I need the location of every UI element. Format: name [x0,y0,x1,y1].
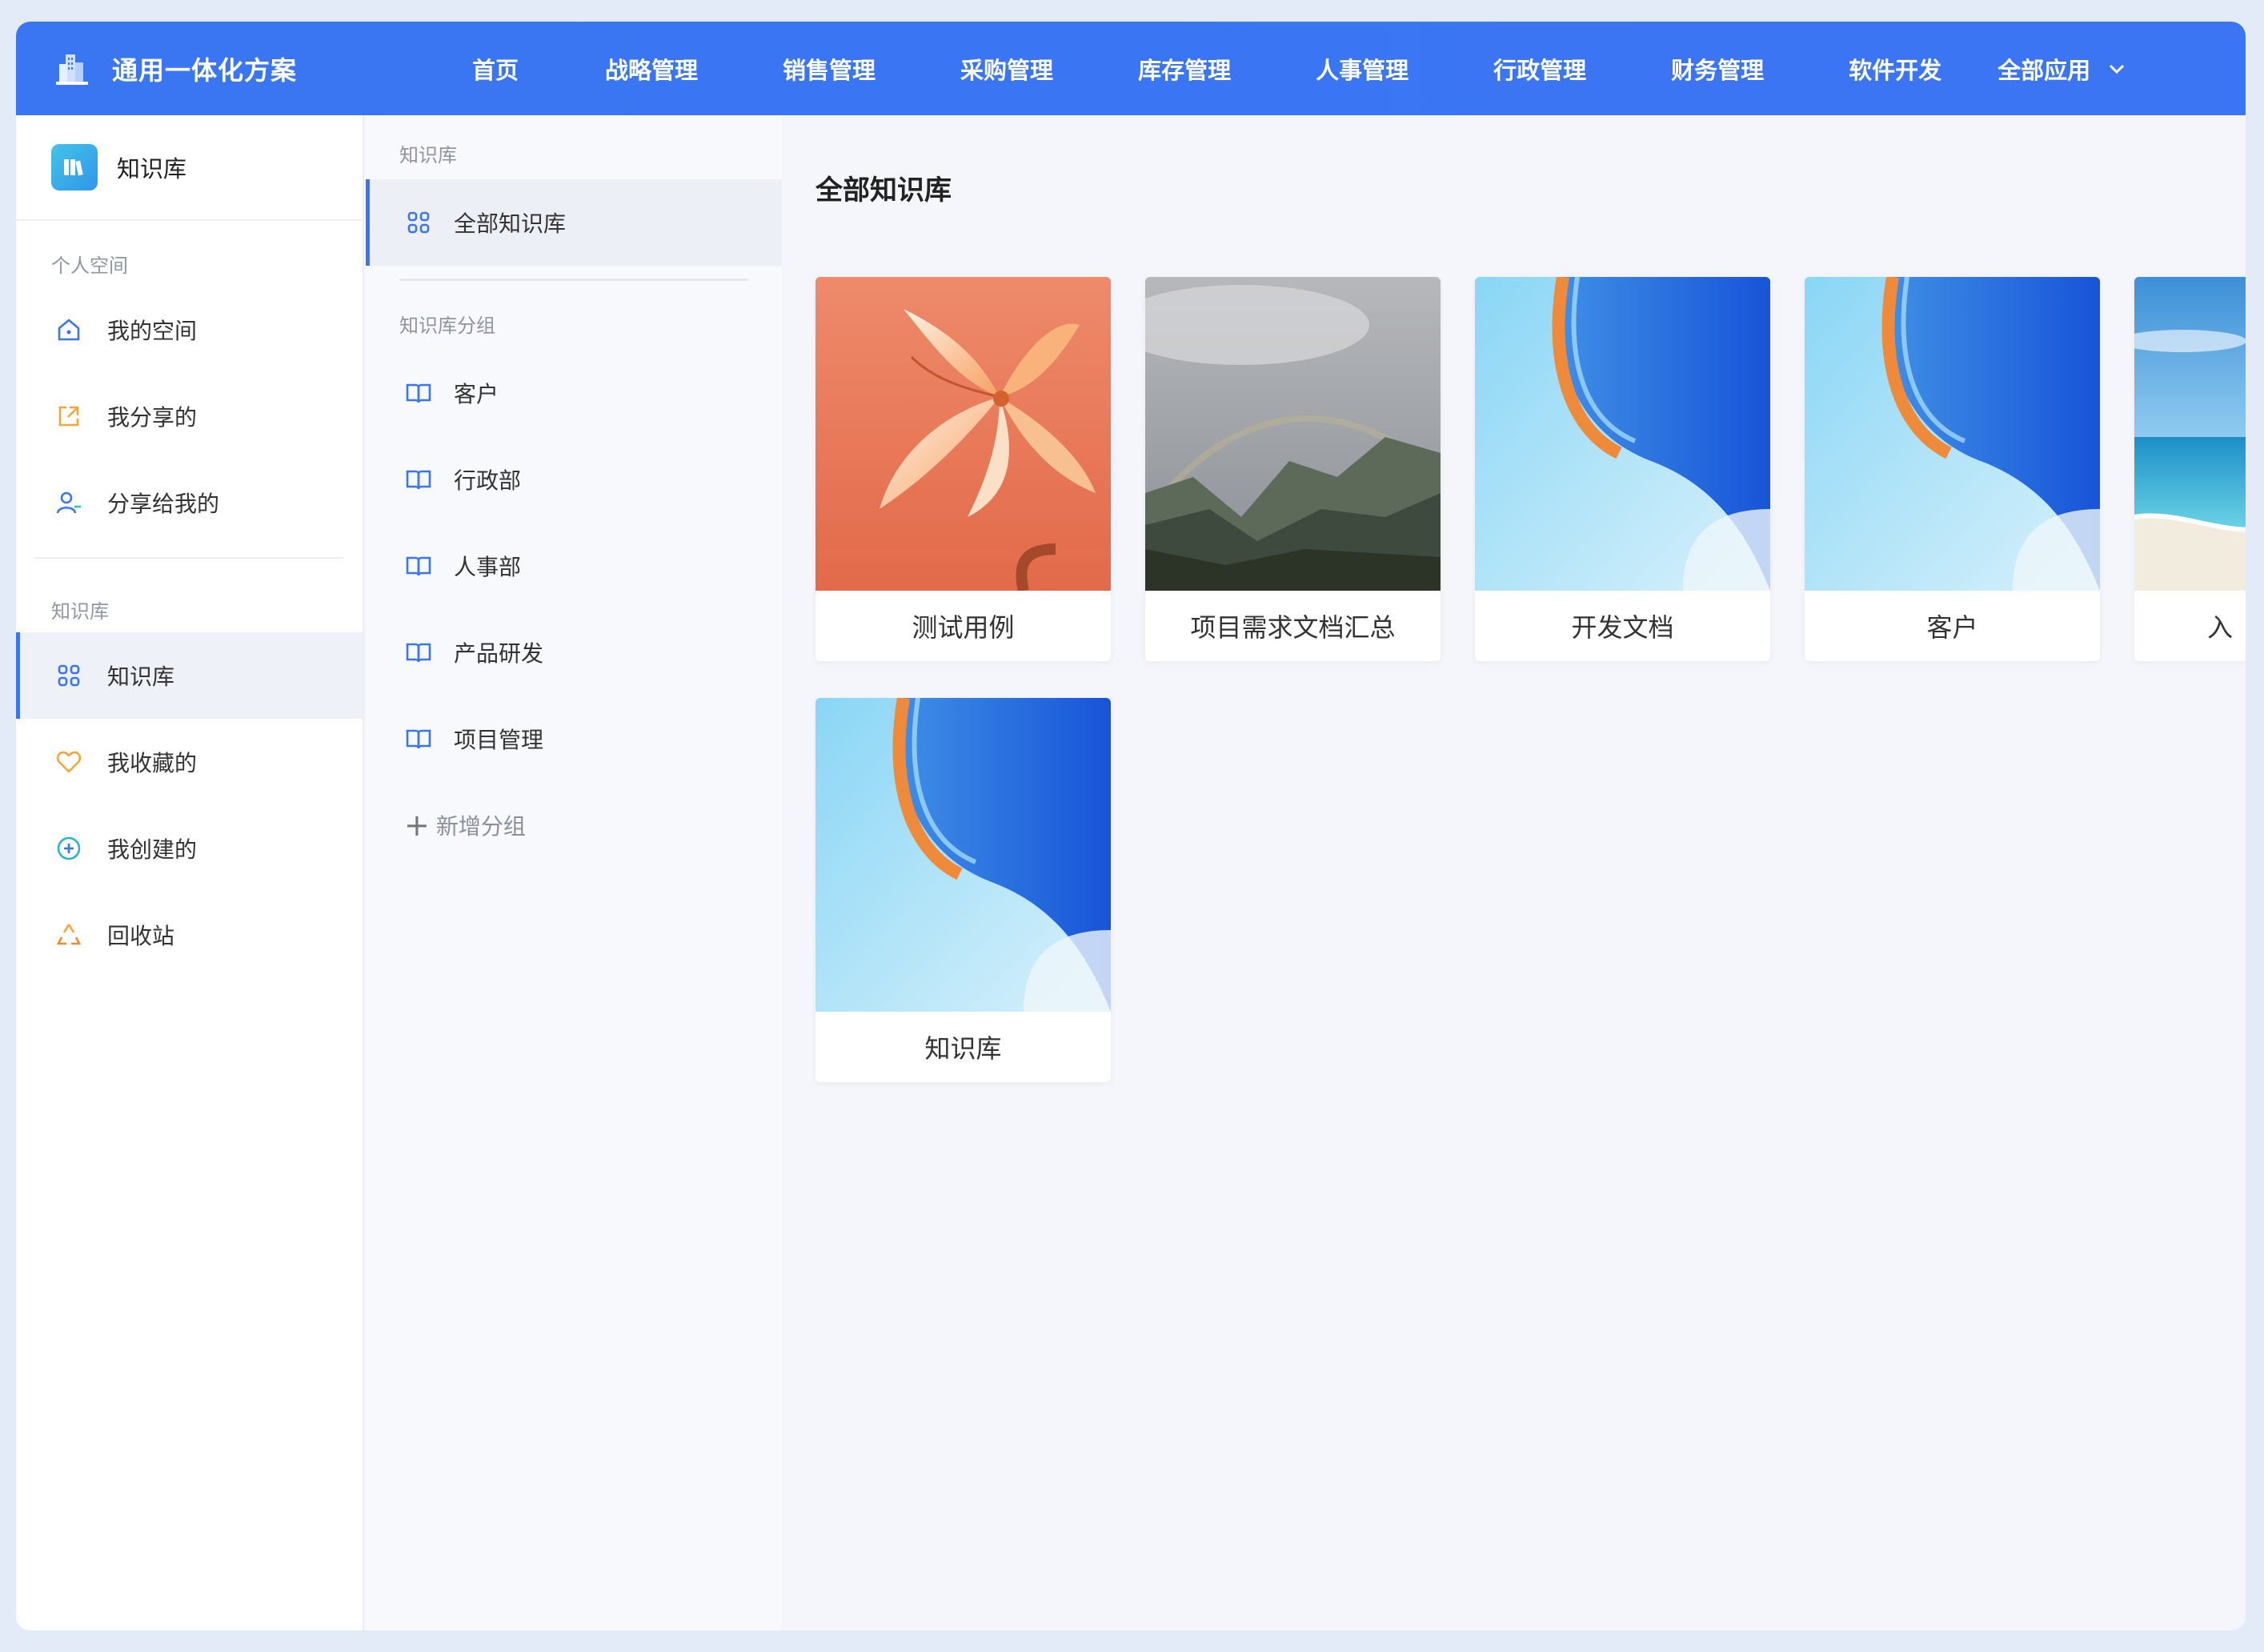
sidebar-title: 知识库 [117,155,187,182]
sidebar-item-label: 我分享的 [107,404,198,431]
card-title: 入 [2206,612,2233,643]
grid-icon [404,208,433,237]
group-item-hr-dept[interactable]: 人事部 [366,523,782,609]
recycle-icon [54,920,83,949]
sidebar-header: 知识库 [16,115,363,221]
book-icon [404,465,433,494]
all-apps-label: 全部应用 [1998,56,2091,84]
main-nav: 首页 战略管理 销售管理 采购管理 库存管理 人事管理 行政管理 财务管理 软件… [431,52,2126,86]
nav-item-finance[interactable]: 财务管理 [1671,52,1764,86]
card-title: 项目需求文档汇总 [1190,612,1396,643]
app-window: 通用一体化方案 首页 战略管理 销售管理 采购管理 库存管理 人事管理 行政管理… [16,22,2246,1630]
sidebar-item-label: 知识库 [107,664,175,690]
sidebar-item-label: 我收藏的 [107,750,198,776]
book-icon [404,379,433,407]
chevron-down-icon [2110,64,2125,74]
brand-name: 通用一体化方案 [112,54,298,86]
subsidebar-item-all-knowledge-bases[interactable]: 全部知识库 [366,179,782,266]
plus-icon: + [404,808,430,843]
card-thumbnail-mountain [1145,277,1441,591]
knowledge-base-card[interactable]: 客户 [1805,277,2100,661]
nav-item-home[interactable]: 首页 [472,52,519,86]
sidebar-item-knowledge-base[interactable]: 知识库 [16,632,363,719]
top-navigation-bar: 通用一体化方案 首页 战略管理 销售管理 采购管理 库存管理 人事管理 行政管理… [16,22,2246,115]
nav-item-purchase[interactable]: 采购管理 [960,52,1053,86]
card-thumbnail-flower [815,277,1111,591]
home-icon [54,315,83,344]
knowledge-base-app-icon [51,144,98,190]
group-item-label: 行政部 [454,467,522,494]
card-thumbnail-ocean [2134,277,2246,591]
all-apps-dropdown[interactable]: 全部应用 [1998,52,2126,86]
primary-sidebar: 知识库 个人空间 我的空间 我分享的 分享给我的 知识库 知识库 我收藏的 我创… [16,115,364,1630]
grid-icon [54,661,83,690]
group-item-product-rd[interactable]: 产品研发 [366,609,782,696]
nav-item-admin[interactable]: 行政管理 [1493,52,1586,86]
nav-item-software[interactable]: 软件开发 [1849,52,1941,86]
subsidebar-item-label: 全部知识库 [454,211,567,237]
sidebar-item-recycle-bin[interactable]: 回收站 [16,892,363,978]
card-title: 知识库 [924,1033,1002,1064]
user-share-icon [54,488,83,517]
sidebar-item-label: 我创建的 [107,836,198,863]
nav-item-hr[interactable]: 人事管理 [1316,52,1408,86]
main-content: 全部知识库 测试用例 项目需求文档汇总 开发文档 客户 入 知识库 [782,115,2246,1630]
sidebar-divider [35,557,343,559]
sidebar-item-favorites[interactable]: 我收藏的 [16,719,363,805]
group-item-label: 人事部 [454,554,522,580]
groups-label: 知识库分组 [399,314,495,337]
nav-item-sales[interactable]: 销售管理 [783,52,876,86]
heart-icon [54,748,83,776]
sidebar-item-label: 我的空间 [107,318,198,344]
subsidebar-top-label: 知识库 [399,143,457,166]
card-thumbnail-blue-wave [1475,277,1770,591]
plus-circle-icon [54,834,83,863]
knowledge-base-card[interactable]: 开发文档 [1475,277,1770,661]
page-title: 全部知识库 [815,174,952,206]
sidebar-item-my-space[interactable]: 我的空间 [16,287,363,373]
knowledge-base-group-label: 知识库 [51,599,109,623]
building-logo-icon [56,54,88,85]
knowledge-base-card[interactable]: 知识库 [815,698,1111,1082]
brand[interactable]: 通用一体化方案 [54,50,431,87]
group-item-admin-dept[interactable]: 行政部 [366,436,782,523]
card-thumbnail-blue-wave [815,698,1111,1012]
subsidebar-divider [399,279,748,281]
sidebar-item-shared-with-me[interactable]: 分享给我的 [16,459,363,546]
card-title: 客户 [1926,612,1978,643]
sidebar-item-created[interactable]: 我创建的 [16,805,363,892]
group-item-customers[interactable]: 客户 [366,350,782,436]
group-item-label: 项目管理 [454,727,544,753]
books-icon [64,159,83,176]
book-icon [404,638,433,667]
share-out-icon [54,402,83,431]
sidebar-item-label: 回收站 [107,923,175,949]
add-group-label: 新增分组 [435,813,526,840]
secondary-sidebar: 知识库 全部知识库 知识库分组 客户 行政部 人事部 产品研发 项目管理 + 新… [366,115,782,1630]
book-icon [404,551,433,580]
personal-space-label: 个人空间 [51,254,128,277]
card-title: 测试用例 [912,612,1015,643]
card-thumbnail-blue-wave [1805,277,2100,591]
nav-item-inventory[interactable]: 库存管理 [1138,52,1231,86]
sidebar-item-my-shared[interactable]: 我分享的 [16,373,363,459]
knowledge-base-card[interactable]: 项目需求文档汇总 [1145,277,1441,661]
nav-item-strategy[interactable]: 战略管理 [605,52,698,86]
group-item-project-mgmt[interactable]: 项目管理 [366,696,782,782]
knowledge-base-card[interactable]: 入 [2134,277,2246,661]
book-icon [404,724,433,753]
knowledge-base-card[interactable]: 测试用例 [815,277,1111,661]
sidebar-item-label: 分享给我的 [107,491,220,517]
add-group-button[interactable]: + 新增分组 [366,782,782,868]
group-item-label: 产品研发 [454,640,544,667]
group-item-label: 客户 [454,381,499,407]
card-title: 开发文档 [1571,612,1674,643]
